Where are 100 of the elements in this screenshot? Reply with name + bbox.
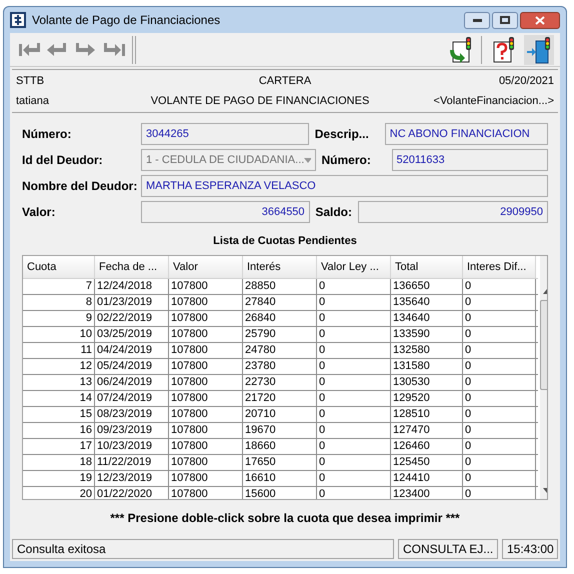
table-cell: 128510 — [391, 407, 463, 422]
table-cell: 18660 — [243, 439, 317, 454]
table-cell: 09/23/2019 — [95, 423, 169, 438]
table-cell: 125450 — [391, 455, 463, 470]
table-cell: 17650 — [243, 455, 317, 470]
table-cell: 107800 — [169, 311, 243, 326]
table-cell: 0 — [463, 471, 536, 486]
exit-button[interactable] — [524, 34, 554, 64]
table-cell: 25790 — [243, 327, 317, 342]
table-cell: 0 — [317, 311, 391, 326]
table-cell: 06/24/2019 — [95, 375, 169, 390]
maximize-button[interactable] — [492, 12, 518, 28]
close-button[interactable] — [520, 12, 560, 28]
column-header[interactable]: Valor Ley ... — [317, 256, 391, 278]
table-cell: 107800 — [169, 487, 243, 498]
table-cell: 11/22/2019 — [95, 455, 169, 470]
table-cell: 123400 — [391, 487, 463, 498]
table-cell: 107800 — [169, 327, 243, 342]
table-cell: 0 — [463, 279, 536, 294]
table-cell: 133590 — [391, 327, 463, 342]
table-cell: 126460 — [391, 439, 463, 454]
minimize-icon — [472, 18, 482, 22]
balance-field[interactable]: 2909950 — [358, 201, 548, 223]
column-header[interactable]: Total — [391, 256, 463, 278]
table-cell: 9 — [23, 311, 95, 326]
table-cell: 08/23/2019 — [95, 407, 169, 422]
table-cell: 19 — [23, 471, 95, 486]
table-cell: 15 — [23, 407, 95, 422]
table-cell: 0 — [317, 471, 391, 486]
field-label: Saldo: — [315, 204, 353, 221]
description-field[interactable]: NC ABONO FINANCIACION — [384, 123, 548, 145]
column-header[interactable]: Interés — [243, 256, 317, 278]
column-header[interactable]: Fecha de ... — [95, 256, 169, 278]
field-label: Número: — [22, 126, 72, 143]
table-cell: 0 — [317, 359, 391, 374]
field-label: Id del Deudor: — [22, 152, 104, 169]
table-cell: 0 — [317, 327, 391, 342]
table-title: Lista de Cuotas Pendientes — [212, 234, 358, 249]
table-cell: 0 — [463, 407, 536, 422]
table-cell: 8 — [23, 295, 95, 310]
table-cell: 18 — [23, 455, 95, 470]
table-cell: 22730 — [243, 375, 317, 390]
table-cell: 03/25/2019 — [95, 327, 169, 342]
table-cell: 107800 — [169, 407, 243, 422]
table-cell: 11 — [23, 343, 95, 358]
table-cell: 107800 — [169, 471, 243, 486]
column-header[interactable]: Valor — [169, 256, 243, 278]
table-cell: 17 — [23, 439, 95, 454]
table-cell: 0 — [463, 391, 536, 406]
table-cell: 21720 — [243, 391, 317, 406]
table-cell: 107800 — [169, 359, 243, 374]
column-header[interactable]: Interes Dif... — [463, 256, 536, 278]
table-cell: 0 — [463, 375, 536, 390]
table-cell: 135640 — [391, 295, 463, 310]
table-cell: 132580 — [391, 343, 463, 358]
amount-field[interactable]: 3664550 — [141, 201, 310, 223]
table-cell: 0 — [463, 295, 536, 310]
debtor-name-field[interactable]: MARTHA ESPERANZA VELASCO — [141, 175, 548, 197]
table-cell: 0 — [463, 423, 536, 438]
table-cell: 107800 — [169, 375, 243, 390]
table-cell: 0 — [463, 455, 536, 470]
table-cell: 14 — [23, 391, 95, 406]
table-cell: 107800 — [169, 391, 243, 406]
table-cell: 19670 — [243, 423, 317, 438]
document-number-field[interactable]: 52011633 — [392, 149, 548, 171]
table-cell: 02/22/2019 — [95, 311, 169, 326]
table-cell: 10 — [23, 327, 95, 342]
table-cell: 107800 — [169, 279, 243, 294]
table-cell: 0 — [463, 359, 536, 374]
close-icon — [535, 16, 545, 24]
program-label: <VolanteFinanciacion...> — [432, 94, 554, 108]
field-label: Descrip... — [314, 126, 370, 143]
maximize-icon — [500, 16, 510, 24]
table-cell: 20710 — [243, 407, 317, 422]
table-cell: 0 — [317, 423, 391, 438]
company-label: STTB — [16, 74, 46, 89]
table-cell: 0 — [317, 375, 391, 390]
table-cell: 0 — [317, 391, 391, 406]
column-header[interactable]: Cuota — [23, 256, 95, 278]
table-cell: 124410 — [391, 471, 463, 486]
number-field[interactable]: 3044265 — [141, 123, 310, 145]
table-cell: 28850 — [243, 279, 317, 294]
table-cell: 0 — [463, 311, 536, 326]
table-cell: 04/24/2019 — [95, 343, 169, 358]
minimize-button[interactable] — [464, 12, 490, 28]
table-cell: 130530 — [391, 375, 463, 390]
table-cell: 129520 — [391, 391, 463, 406]
module-label: CARTERA — [258, 74, 312, 89]
table-cell: 0 — [463, 327, 536, 342]
table-cell: 0 — [463, 439, 536, 454]
table-cell: 107800 — [169, 295, 243, 310]
table-cell: 12/24/2018 — [95, 279, 169, 294]
table-cell: 10/23/2019 — [95, 439, 169, 454]
table-cell: 23780 — [243, 359, 317, 374]
table-cell: 131580 — [391, 359, 463, 374]
table-cell: 26840 — [243, 311, 317, 326]
field-label: Nombre del Deudor: — [22, 178, 138, 195]
table-cell: 134640 — [391, 311, 463, 326]
table-cell: 24780 — [243, 343, 317, 358]
status-time: 15:43:00 — [502, 539, 558, 559]
